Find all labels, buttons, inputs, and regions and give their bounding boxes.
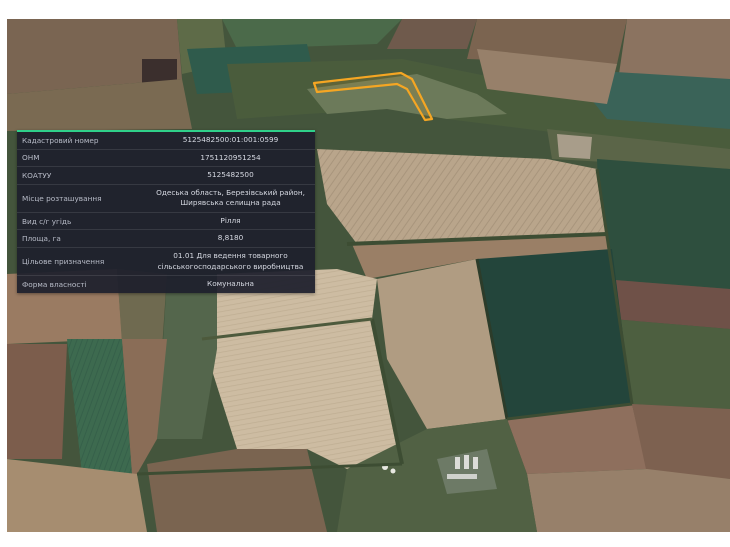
info-row-koatuu: КОАТУУ 5125482500 bbox=[17, 167, 315, 185]
field bbox=[597, 159, 730, 289]
info-label: КОАТУУ bbox=[22, 170, 52, 180]
field bbox=[557, 134, 592, 159]
field bbox=[527, 469, 730, 532]
info-label: Вид с/г угідь bbox=[22, 216, 72, 226]
building bbox=[464, 455, 469, 469]
parcel-info-panel: Кадастровий номер 5125482500:01:001:0599… bbox=[17, 130, 315, 293]
field bbox=[317, 149, 607, 244]
info-row-onm: ОНМ 1751120951254 bbox=[17, 150, 315, 168]
building bbox=[473, 457, 478, 469]
field bbox=[632, 404, 730, 479]
building bbox=[447, 474, 477, 479]
info-row-location: Місце розташування Одеська область, Бере… bbox=[17, 185, 315, 213]
info-value: 5125482500 bbox=[207, 170, 254, 180]
info-value: Комунальна bbox=[207, 279, 254, 289]
info-row-cadastral-number: Кадастровий номер 5125482500:01:001:0599 bbox=[17, 132, 315, 150]
info-value: 8,8180 bbox=[217, 233, 244, 243]
info-label: Форма власності bbox=[22, 279, 87, 289]
info-value: Рілля bbox=[220, 215, 241, 225]
building bbox=[390, 468, 396, 474]
field bbox=[147, 449, 327, 532]
info-row-land-type: Вид с/г угідь Рілля bbox=[17, 213, 315, 231]
info-label: Цільове призначення bbox=[22, 257, 105, 267]
info-label: ОНМ bbox=[22, 153, 40, 163]
info-row-ownership: Форма власності Комунальна bbox=[17, 276, 315, 293]
building bbox=[455, 457, 460, 469]
field bbox=[387, 19, 477, 49]
info-row-purpose: Цільове призначення 01.01 Для ведення то… bbox=[17, 248, 315, 277]
info-value: 5125482500:01:001:0599 bbox=[182, 135, 279, 144]
info-value: Одеська область, Березівський район, Шир… bbox=[156, 187, 305, 208]
info-row-area: Площа, га 8,8180 bbox=[17, 230, 315, 249]
info-value: 1751120951254 bbox=[200, 152, 261, 162]
info-label: Місце розташування bbox=[22, 193, 102, 203]
info-label: Кадастровий номер bbox=[22, 135, 99, 145]
info-value: 01.01 Для ведення товарного сільськогосп… bbox=[157, 251, 304, 271]
field bbox=[7, 344, 67, 459]
info-label: Площа, га bbox=[22, 234, 61, 244]
